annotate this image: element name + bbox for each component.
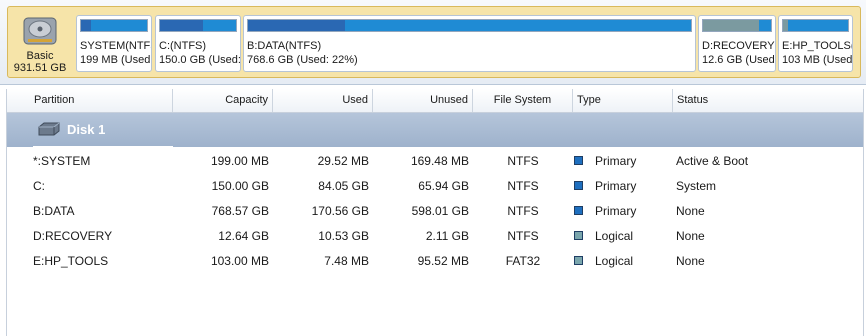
hard-disk-icon [23, 17, 57, 45]
cell-status: Active & Boot [676, 154, 749, 168]
usage-fill [160, 20, 203, 31]
cell-used: 10.53 GB [318, 229, 369, 243]
partition-name: E:HP_TOOLS(FAT32) [782, 40, 852, 52]
cell-status: System [676, 179, 717, 193]
usage-bar [159, 19, 237, 32]
cell-file-system: NTFS [507, 204, 539, 218]
partition-block-e-hp-tools[interactable]: E:HP_TOOLS(FAT32) 103 MB (Used: [778, 15, 853, 72]
column-header-file-system[interactable]: File System [473, 89, 573, 112]
cell-capacity: 150.00 GB [211, 179, 269, 193]
cell-capacity: 12.64 GB [218, 229, 269, 243]
cell-type: Logical [595, 229, 634, 243]
cell-capacity: 768.57 GB [211, 204, 269, 218]
partition-name: B:DATA(NTFS) [247, 40, 322, 52]
cell-partition: B:DATA [33, 204, 75, 218]
cell-unused: 2.11 GB [425, 229, 469, 243]
cell-unused: 95.52 MB [417, 254, 469, 268]
partition-type-swatch [574, 156, 583, 165]
partition-type-swatch [574, 206, 583, 215]
disk-group-row[interactable]: Disk 1 [7, 113, 863, 147]
disk-icon [38, 122, 60, 136]
partition-type-swatch [574, 231, 583, 240]
cell-type: Primary [595, 204, 637, 218]
partition-name: C:(NTFS) [159, 40, 207, 52]
cell-partition: D:RECOVERY [33, 229, 113, 243]
usage-bar [782, 19, 849, 32]
cell-unused: 65.94 GB [418, 179, 469, 193]
table-row[interactable]: E:HP_TOOLS 103.00 MB 7.48 MB 95.52 MB FAT32 L… [7, 249, 863, 274]
disk-type-label: Basic [26, 50, 54, 62]
cell-type: Logical [595, 254, 634, 268]
cell-partition: *:SYSTEM [33, 154, 91, 168]
cell-used: 29.52 MB [317, 154, 369, 168]
column-header-status[interactable]: Status [673, 89, 863, 112]
cell-capacity: 103.00 MB [210, 254, 269, 268]
disk-group-label: Disk 1 [67, 122, 106, 137]
cell-status: None [676, 254, 705, 268]
disk-map: Basic 931.51 GB SYSTEM(NTFS) 199 MB (Use… [0, 0, 866, 85]
partition-block-c[interactable]: C:(NTFS) 150.0 GB (Used: [155, 15, 241, 72]
cell-file-system: NTFS [507, 154, 539, 168]
cell-used: 170.56 GB [311, 204, 369, 218]
partition-info: 768.6 GB (Used: 22%) [247, 54, 358, 66]
column-header-used[interactable]: Used [273, 89, 373, 112]
cell-used: 84.05 GB [318, 179, 369, 193]
partition-info: 12.6 GB (Used: [702, 54, 776, 66]
partition-type-swatch [574, 181, 583, 190]
table-row[interactable]: B:DATA 768.57 GB 170.56 GB 598.01 GB NTFS Pri… [7, 199, 863, 224]
column-header-type[interactable]: Type [573, 89, 673, 112]
cell-file-system: FAT32 [505, 254, 541, 268]
cell-capacity: 199.00 MB [210, 154, 269, 168]
partition-name: SYSTEM(NTFS) [80, 40, 151, 52]
cell-used: 7.48 MB [324, 254, 369, 268]
cell-file-system: NTFS [507, 229, 539, 243]
cell-unused: 169.48 MB [410, 154, 469, 168]
usage-bar [80, 19, 148, 32]
partition-block-system[interactable]: SYSTEM(NTFS) 199 MB (Used: [76, 15, 152, 72]
partition-block-b-data[interactable]: B:DATA(NTFS) 768.6 GB (Used: 22%) [243, 15, 696, 72]
table-row[interactable]: *:SYSTEM 199.00 MB 29.52 MB 169.48 MB NTFS Pr… [7, 149, 863, 174]
cell-status: None [676, 229, 705, 243]
cell-status: None [676, 204, 705, 218]
partition-block-d-recovery[interactable]: D:RECOVERY(NTFS) 12.6 GB (Used: [698, 15, 776, 72]
disk-tile[interactable]: Basic 931.51 GB [8, 10, 72, 74]
usage-fill [703, 20, 760, 31]
cell-unused: 598.01 GB [411, 204, 469, 218]
column-header-unused[interactable]: Unused [373, 89, 473, 112]
cell-file-system: NTFS [507, 179, 539, 193]
cell-partition: C: [33, 179, 45, 193]
cell-partition: E:HP_TOOLS [33, 254, 109, 268]
disk-size-label: 931.51 GB [13, 62, 67, 74]
column-header-capacity[interactable]: Capacity [173, 89, 273, 112]
usage-bar [702, 19, 772, 32]
partition-info: 150.0 GB (Used: [159, 54, 241, 66]
usage-fill [81, 20, 91, 31]
column-header-partition[interactable]: Partition [7, 89, 173, 112]
usage-bar [247, 19, 692, 32]
partition-name: D:RECOVERY(NTFS) [702, 40, 775, 52]
usage-fill [248, 20, 346, 31]
cell-type: Primary [595, 154, 637, 168]
table-header: Partition Capacity Used Unused File Syst… [7, 89, 863, 113]
table-row[interactable]: D:RECOVERY 12.64 GB 10.53 GB 2.11 GB NTFS Log… [7, 224, 863, 249]
partition-info: 199 MB (Used: [80, 54, 152, 66]
table-row[interactable]: C: 150.00 GB 84.05 GB 65.94 GB NTFS Primary Sy… [7, 174, 863, 199]
partition-table: Partition Capacity Used Unused File Syst… [6, 89, 864, 336]
partition-type-swatch [574, 256, 583, 265]
cell-type: Primary [595, 179, 637, 193]
partition-info: 103 MB (Used: [782, 54, 853, 66]
